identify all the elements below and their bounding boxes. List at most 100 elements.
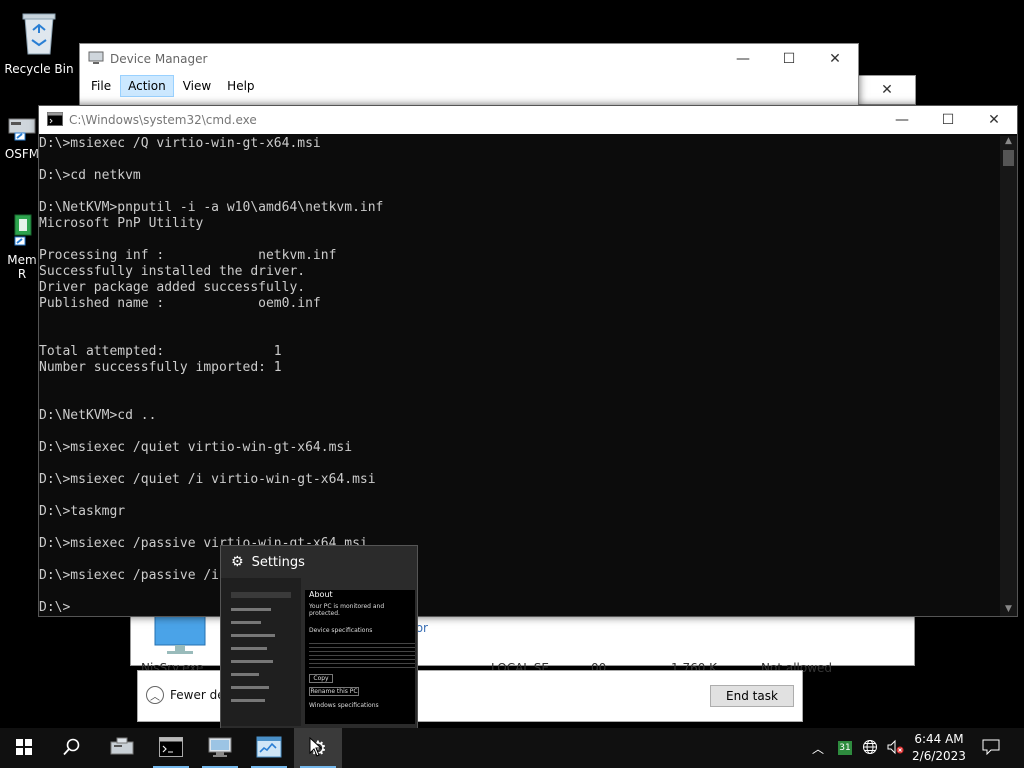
desktop-icon-label: Recycle Bin — [4, 62, 74, 76]
console-line: D:\NetKVM>pnputil -i -a w10\amd64\netkvm… — [39, 200, 384, 215]
console-line: D:\>msiexec /passive /i virtio-win-gt-x6… — [39, 568, 392, 583]
device-manager-icon — [207, 736, 233, 761]
search-icon — [63, 738, 81, 759]
maximize-button[interactable]: ☐ — [766, 44, 812, 74]
desktop-icon-mem[interactable]: Mem R — [2, 213, 42, 281]
desktop-icon-label: OSFM — [4, 147, 40, 161]
maximize-button[interactable]: ☐ — [925, 106, 971, 134]
console-line: D:\NetKVM>cd .. — [39, 408, 157, 423]
server-manager-button[interactable] — [98, 728, 146, 768]
console-line: D:\>msiexec /Q virtio-win-gt-x64.msi — [39, 136, 321, 151]
windows-logo-icon — [16, 738, 32, 758]
scroll-down-arrow[interactable]: ▼ — [1000, 604, 1017, 614]
cmd-window: C:\Windows\system32\cmd.exe — ☐ ✕ D:\>ms… — [38, 105, 1018, 617]
cmd-titlebar[interactable]: C:\Windows\system32\cmd.exe — ☐ ✕ — [39, 106, 1017, 134]
settings-preview-title: Settings — [251, 554, 305, 570]
minimize-button[interactable]: — — [720, 44, 766, 74]
menu-file[interactable]: File — [84, 76, 118, 96]
device-manager-window: Device Manager — ☐ ✕ File Action View He… — [79, 43, 859, 107]
console-line: Number successfully imported: 1 — [39, 360, 282, 375]
desktop-icon-label: Mem R — [7, 253, 37, 281]
device-manager-taskbar-button[interactable] — [196, 728, 244, 768]
gear-icon: ⚙ — [231, 554, 244, 570]
cmd-app-icon — [47, 111, 63, 129]
settings-thumb-sidebar — [221, 578, 301, 726]
task-manager-icon — [256, 736, 282, 761]
console-line: D:\>msiexec /quiet virtio-win-gt-x64.msi — [39, 440, 353, 455]
chevron-up-icon: ︿ — [146, 686, 164, 704]
clock[interactable]: 6:44 AM 2/6/2023 — [904, 731, 974, 765]
close-button[interactable]: ✕ — [812, 44, 858, 74]
network-globe-icon[interactable] — [862, 739, 878, 758]
cmd-taskbar-button[interactable] — [147, 728, 195, 768]
calendar-icon[interactable]: 31 — [838, 741, 853, 755]
settings-thumb-subheading: Your PC is monitored and protected. — [309, 603, 385, 617]
task-manager-taskbar-button[interactable] — [245, 728, 293, 768]
device-manager-menubar: File Action View Help — [80, 74, 858, 98]
settings-thumb-content: About Your PC is monitored and protected… — [305, 590, 415, 724]
scroll-up-arrow[interactable]: ▲ — [1000, 136, 1017, 150]
menu-help[interactable]: Help — [220, 76, 261, 96]
mem-icon — [2, 213, 42, 250]
settings-thumb-copy-button: Copy — [309, 674, 333, 683]
console-output[interactable]: D:\>msiexec /Q virtio-win-gt-x64.msi D:\… — [39, 136, 999, 616]
desktop-icon-recycle-bin[interactable]: Recycle Bin — [4, 8, 74, 76]
clock-time: 6:44 AM — [914, 732, 964, 746]
recycle-bin-icon — [4, 8, 74, 59]
console-line: D:\> — [39, 600, 71, 615]
console-line: D:\>cd netkvm — [39, 168, 141, 183]
settings-thumb-windows-spec: Windows specifications — [309, 702, 379, 709]
system-tray: ︿ 31 — [812, 728, 918, 768]
end-task-button[interactable]: End task — [710, 685, 794, 707]
minimize-button[interactable]: — — [879, 106, 925, 134]
scroll-thumb[interactable] — [1003, 150, 1014, 166]
task-manager-titlebar-fragment: ✕ — [858, 75, 916, 105]
settings-thumb-device-spec: Device specifications — [309, 627, 373, 634]
console-line: Total attempted: 1 — [39, 344, 282, 359]
device-manager-app-icon — [88, 50, 104, 69]
clock-date: 2/6/2023 — [912, 749, 966, 763]
action-center-button[interactable] — [968, 728, 1014, 768]
settings-thumb-rename-button: Rename this PC — [309, 687, 359, 696]
volume-muted-icon[interactable] — [886, 739, 904, 758]
mouse-cursor-icon — [309, 736, 323, 760]
settings-thumb-heading: About — [309, 590, 333, 599]
settings-taskbar-preview[interactable]: ⚙ Settings About Your PC is monitored an… — [220, 545, 418, 729]
taskbar: ⚙ ︿ 31 6:44 AM 2/6/2023 — [0, 728, 1024, 768]
vertical-scrollbar[interactable]: ▲ ▼ — [1000, 136, 1017, 616]
device-manager-title: Device Manager — [110, 52, 208, 66]
close-button[interactable]: ✕ — [971, 106, 1017, 134]
desktop-icon-osfm[interactable]: OSFM — [2, 113, 42, 161]
device-manager-titlebar[interactable]: Device Manager — ☐ ✕ — [80, 44, 858, 74]
console-line: Successfully installed the driver. — [39, 264, 306, 279]
console-line: Driver package added successfully. — [39, 280, 306, 295]
monitor-icon — [151, 613, 209, 660]
close-icon[interactable]: ✕ — [859, 76, 915, 104]
search-button[interactable] — [48, 728, 96, 768]
menu-view[interactable]: View — [176, 76, 218, 96]
cmd-icon — [159, 736, 183, 760]
server-manager-icon — [109, 736, 135, 761]
console-line: Published name : oem0.inf — [39, 296, 321, 311]
chevron-up-icon[interactable]: ︿ — [812, 740, 824, 757]
cmd-title: C:\Windows\system32\cmd.exe — [69, 113, 257, 127]
console-line: D:\>taskmgr — [39, 504, 126, 519]
settings-preview-header: ⚙ Settings — [221, 546, 417, 578]
start-button[interactable] — [0, 728, 48, 768]
console-line: Processing inf : netkvm.inf — [39, 248, 337, 263]
console-line: D:\>msiexec /quiet /i virtio-win-gt-x64.… — [39, 472, 376, 487]
notification-icon — [982, 739, 1000, 758]
menu-action[interactable]: Action — [120, 75, 174, 97]
console-line: D:\>msiexec /passive virtio-win-gt-x64.m… — [39, 536, 368, 551]
